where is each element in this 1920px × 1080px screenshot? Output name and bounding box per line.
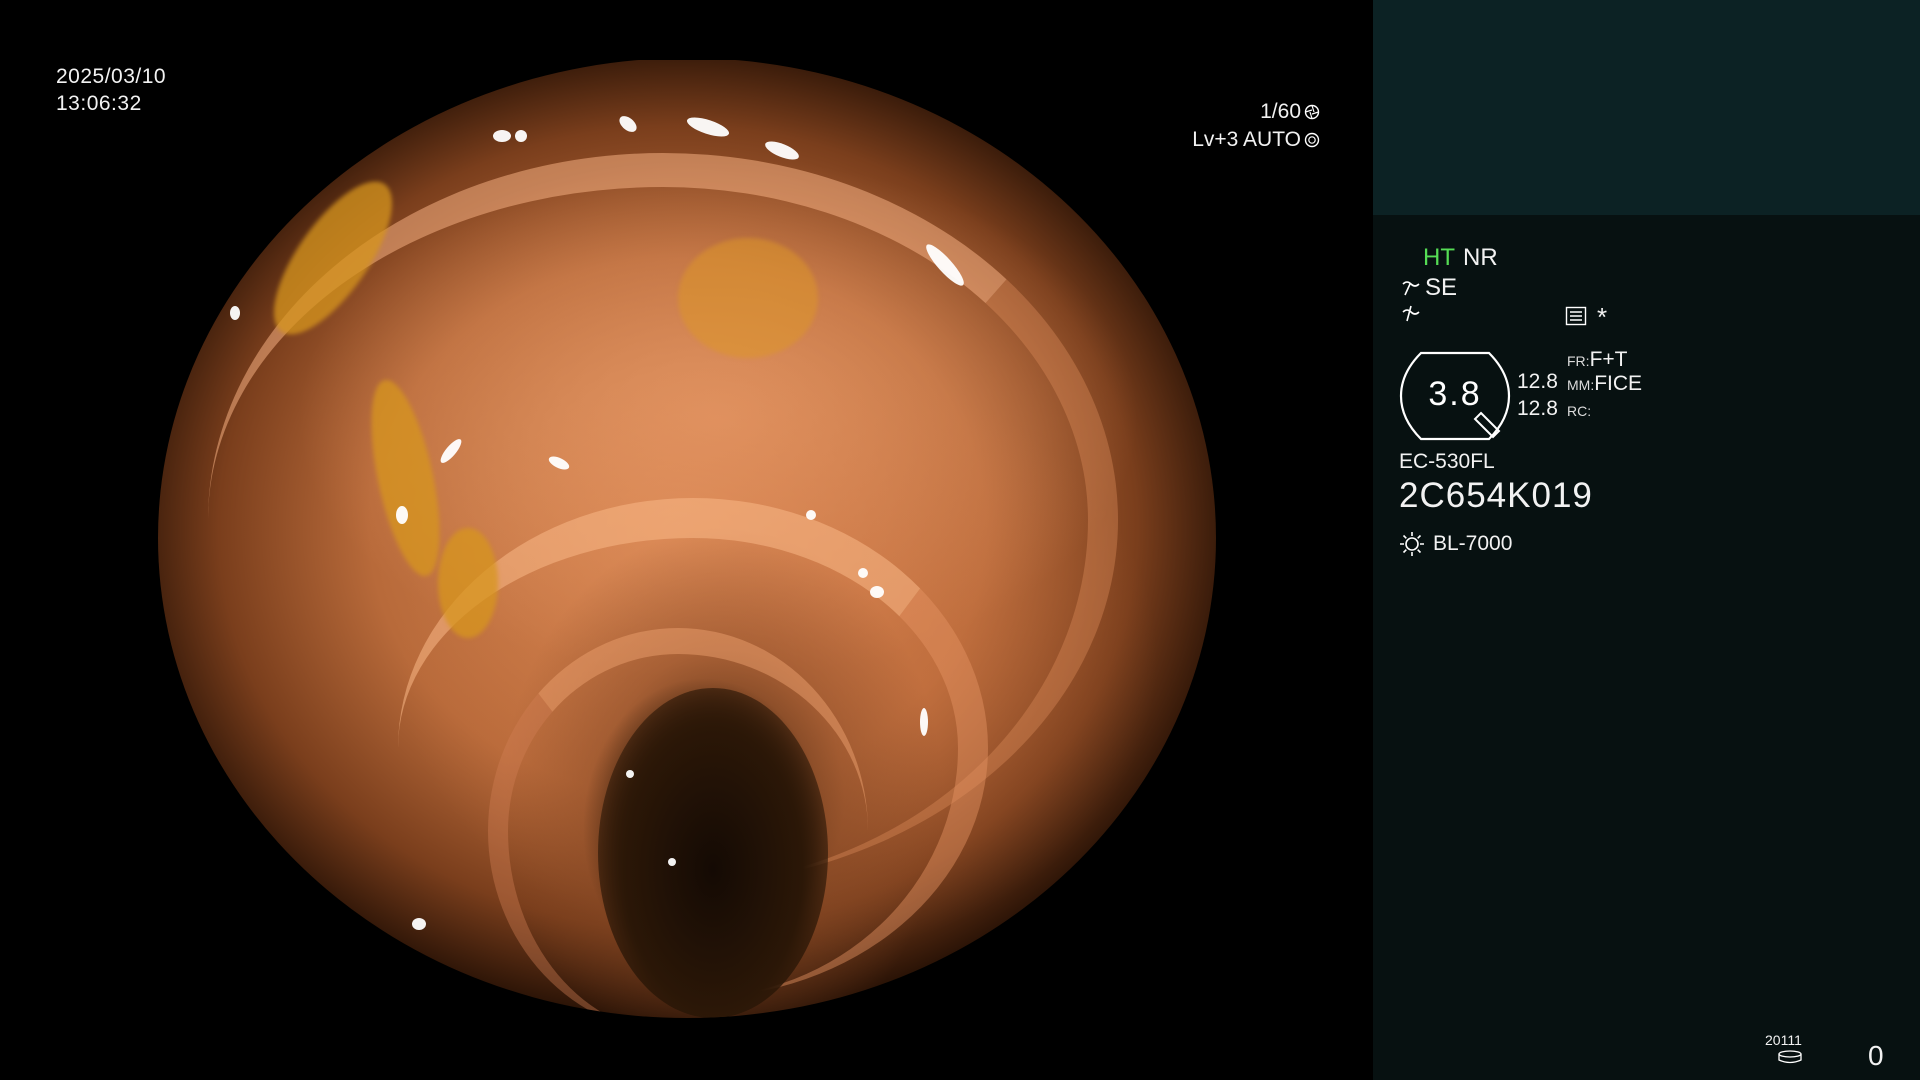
shutter-text: 1/60 xyxy=(1260,100,1301,123)
mm-key: MM: xyxy=(1567,377,1595,393)
specular-highlight xyxy=(668,858,676,866)
info-panel: HT NR SE * 3.8 12.8 12.8 FR:F+T MM:FICE … xyxy=(1373,0,1920,1080)
mm-row: MM:FICE xyxy=(1567,372,1642,396)
specular-highlight xyxy=(412,918,426,930)
capture-counter: 0 xyxy=(1868,1040,1884,1071)
rc-key: RC: xyxy=(1567,403,1592,419)
menu-list-icon xyxy=(1565,306,1587,326)
zoom-badge: 3.8 xyxy=(1399,351,1511,441)
specular-highlight xyxy=(248,243,260,255)
fr-key: FR: xyxy=(1567,353,1590,369)
specular-highlight xyxy=(616,112,640,136)
exposure-ring-icon xyxy=(1304,132,1320,148)
datetime-overlay: 2025/03/10 13:06:32 xyxy=(56,63,166,117)
scope-model: EC-530FL xyxy=(1399,450,1495,473)
fr-row: FR:F+T xyxy=(1567,348,1627,372)
rc-row: RC: xyxy=(1567,398,1591,422)
disk-icon xyxy=(1778,1050,1802,1064)
nr-indicator: NR xyxy=(1463,244,1498,271)
se-indicator: SE xyxy=(1425,274,1458,301)
fluid-streak xyxy=(438,528,498,638)
endoscope-view xyxy=(158,60,1216,1018)
light-source-text: BL-7000 xyxy=(1433,532,1513,555)
exposure-text: Lv+3 AUTO xyxy=(1192,128,1301,151)
specular-highlight xyxy=(493,130,511,142)
light-source-row: BL-7000 xyxy=(1399,531,1512,557)
lumen xyxy=(598,688,828,1018)
specular-highlight xyxy=(762,137,802,164)
specular-highlight xyxy=(515,130,527,142)
exposure-row: Lv+3 AUTO xyxy=(1192,126,1320,154)
time-text: 13:06:32 xyxy=(56,92,142,115)
sun-icon xyxy=(1400,532,1424,556)
specular-highlight xyxy=(230,306,240,320)
specular-highlight xyxy=(806,510,816,520)
specular-highlight xyxy=(858,568,868,578)
tilde-arrow-icon xyxy=(1402,281,1420,296)
shutter-row: 1/60 xyxy=(1192,98,1320,126)
exposure-overlay: 1/60 Lv+3 AUTO xyxy=(1192,98,1320,154)
star-indicator: * xyxy=(1597,302,1608,332)
specular-highlight xyxy=(396,506,408,524)
aperture-icon xyxy=(1304,104,1320,120)
enhance-icon xyxy=(1402,305,1420,322)
video-area: 2025/03/10 13:06:32 1/60 Lv+3 AUTO xyxy=(0,0,1372,1080)
zoom-value: 3.8 xyxy=(1428,375,1482,413)
storage-label: 20111 xyxy=(1765,1032,1802,1048)
value-b: 12.8 xyxy=(1517,397,1558,420)
fr-value: F+T xyxy=(1589,348,1628,371)
specular-highlight xyxy=(920,708,928,736)
specular-highlight xyxy=(684,113,732,141)
mm-value: FICE xyxy=(1594,372,1643,395)
ht-indicator: HT xyxy=(1423,244,1455,271)
specular-highlight xyxy=(626,770,634,778)
scope-serial: 2C654K019 xyxy=(1399,476,1593,515)
se-row: SE xyxy=(1401,274,1457,302)
panel-header-area xyxy=(1373,0,1920,215)
specular-highlight xyxy=(870,586,884,598)
fluid-pool xyxy=(678,238,818,358)
date-text: 2025/03/10 xyxy=(56,65,167,88)
value-a: 12.8 xyxy=(1517,370,1558,393)
specular-highlight xyxy=(242,818,252,836)
